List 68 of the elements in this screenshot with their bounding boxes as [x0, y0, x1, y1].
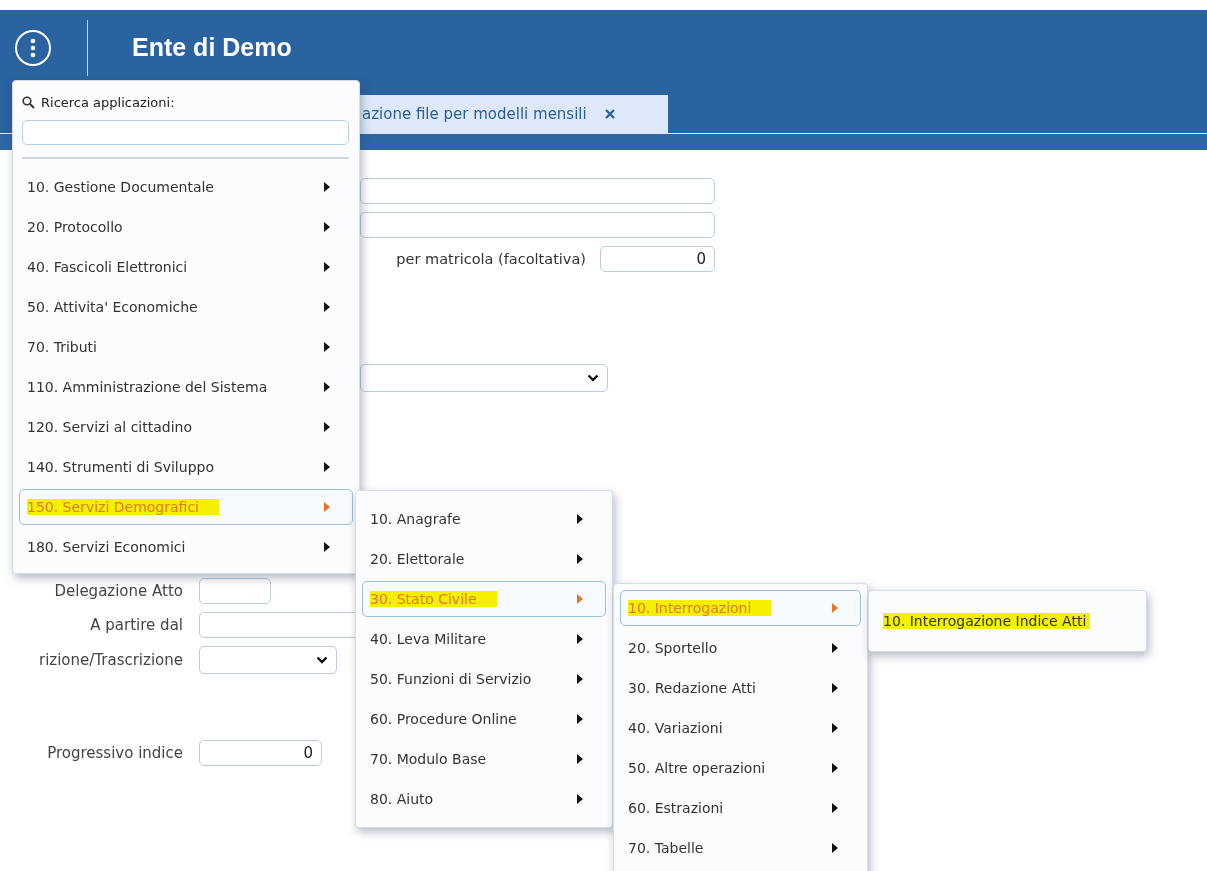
submenu-arrow-icon — [832, 603, 838, 613]
app-title: Ente di Demo — [132, 33, 292, 62]
menu-item[interactable]: 50. Altre operazioni — [620, 748, 861, 788]
menu-item[interactable]: 180. Servizi Economici — [19, 527, 353, 567]
search-icon — [22, 96, 35, 109]
submenu-arrow-icon — [577, 674, 583, 684]
submenu-arrow-icon — [577, 634, 583, 644]
menu-item[interactable]: 80. Aiuto — [362, 779, 606, 819]
search-field[interactable] — [22, 120, 349, 145]
submenu-arrow-icon — [577, 794, 583, 804]
chevron-down-icon — [587, 374, 599, 382]
menu-item[interactable]: 40. Leva Militare — [362, 619, 606, 659]
menu-item[interactable]: 70. Tributi — [19, 327, 353, 367]
submenu-arrow-icon — [324, 262, 330, 272]
submenu-arrow-icon — [324, 502, 330, 512]
menu-item[interactable]: 140. Strumenti di Sviluppo — [19, 447, 353, 487]
search-label: Ricerca applicazioni: — [41, 95, 175, 110]
submenu-arrow-icon — [324, 182, 330, 192]
submenu-arrow-icon — [324, 222, 330, 232]
menu-item[interactable]: 60. Procedure Online — [362, 699, 606, 739]
text-field[interactable] — [360, 212, 715, 238]
menu-item[interactable]: 40. Fascicoli Elettronici — [19, 247, 353, 287]
chevron-down-icon — [316, 656, 328, 664]
submenu-arrow-icon — [577, 754, 583, 764]
field-label: A partire dal — [89, 616, 183, 634]
menu-item[interactable]: 10. Anagrafe — [362, 499, 606, 539]
submenu-arrow-icon — [832, 643, 838, 653]
field-label: Progressivo indice — [46, 744, 183, 762]
text-field[interactable] — [360, 178, 715, 204]
submenu-arrow-icon — [577, 594, 583, 604]
menu-item[interactable]: 70. Tabelle — [620, 828, 861, 868]
submenu-arrow-icon — [832, 803, 838, 813]
menu-item[interactable]: 70. Modulo Base — [362, 739, 606, 779]
menu-item[interactable]: 10. Interrogazione Indice Atti — [875, 603, 1140, 639]
field-label: Delegazione Atto — [53, 582, 183, 600]
submenu-arrow-icon — [324, 382, 330, 392]
menu-item[interactable]: 30. Redazione Atti — [620, 668, 861, 708]
field-label: rizione/Trascrizione — [38, 651, 183, 669]
submenu-arrow-icon — [324, 462, 330, 472]
submenu-arrow-icon — [324, 302, 330, 312]
select-field[interactable] — [199, 646, 337, 674]
submenu-arrow-icon — [577, 714, 583, 724]
text-field[interactable]: 0 — [199, 740, 322, 766]
submenu-arrow-icon — [577, 554, 583, 564]
menu-item[interactable]: 10. Gestione Documentale — [19, 167, 353, 207]
menu-item[interactable]: 20. Elettorale — [362, 539, 606, 579]
submenu-arrow-icon — [832, 723, 838, 733]
submenu-arrow-icon — [324, 342, 330, 352]
submenu-arrow-icon — [832, 683, 838, 693]
menu-item[interactable]: 50. Funzioni di Servizio — [362, 659, 606, 699]
submenu-arrow-icon — [324, 542, 330, 552]
submenu-arrow-icon — [832, 763, 838, 773]
text-field[interactable]: 0 — [600, 246, 715, 272]
menu-icon[interactable] — [14, 28, 52, 67]
menu-item[interactable]: 120. Servizi al cittadino — [19, 407, 353, 447]
menu-item[interactable]: 20. Sportello — [620, 628, 861, 668]
menu-item[interactable]: 20. Protocollo — [19, 207, 353, 247]
submenu-arrow-icon — [324, 422, 330, 432]
menu-item[interactable]: 50. Attivita' Economiche — [19, 287, 353, 327]
close-icon[interactable] — [604, 109, 615, 119]
menu-item[interactable]: 40. Variazioni — [620, 708, 861, 748]
text-field[interactable] — [199, 578, 271, 604]
field-label: per matricola (facoltativa) — [396, 251, 586, 267]
menu-item[interactable]: 60. Estrazioni — [620, 788, 861, 828]
select-field[interactable] — [360, 364, 608, 392]
submenu-arrow-icon — [832, 843, 838, 853]
menu-item[interactable]: 110. Amministrazione del Sistema — [19, 367, 353, 407]
submenu-arrow-icon — [577, 514, 583, 524]
